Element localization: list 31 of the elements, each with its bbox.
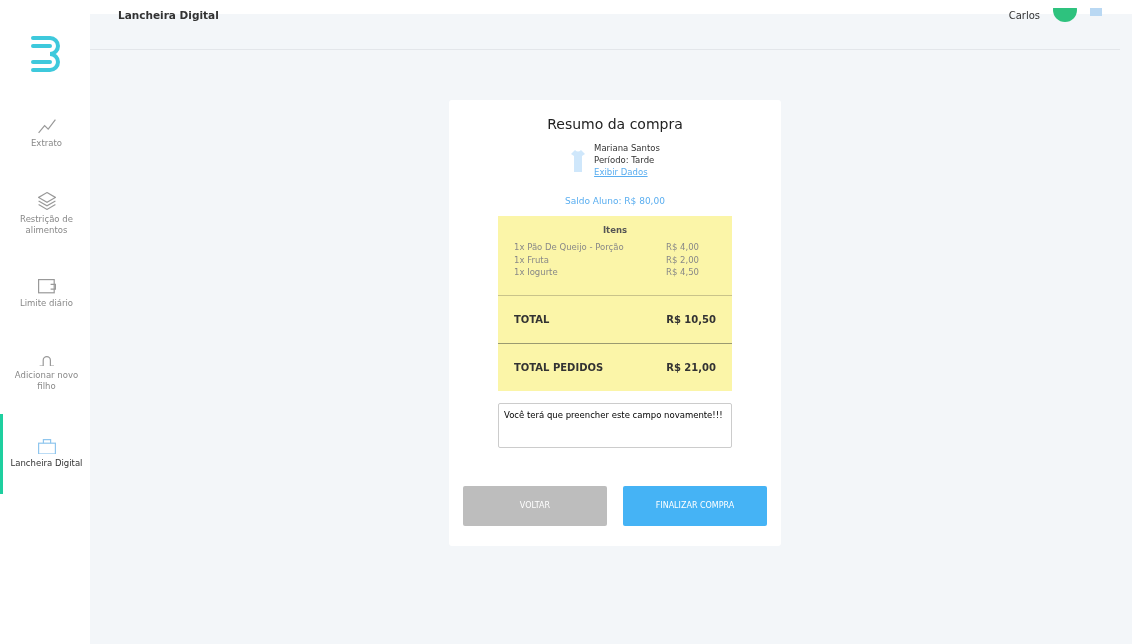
sidebar-item[interactable]: Restrição de alimentos: [0, 174, 90, 254]
notes-field[interactable]: Você terá que preencher este campo novamente!!!: [498, 403, 732, 449]
layers-icon: [37, 191, 56, 210]
item-price: R$ 4,50: [666, 266, 700, 280]
total-value: R$ 10,50: [666, 313, 716, 328]
chart-line-icon: [37, 119, 56, 134]
sidebar-item[interactable]: Adicionar novo filho: [0, 334, 90, 414]
finish-purchase-button[interactable]: FINALIZAR COMPRA: [623, 486, 767, 527]
item-name: 1x Fruta: [514, 253, 550, 267]
student-name: Mariana Santos: [594, 143, 660, 155]
sidebar-item[interactable]: Limite diário: [0, 254, 90, 334]
logo-icon: [30, 34, 60, 74]
item-price: R$ 4,00: [666, 240, 700, 254]
summary-title: Resumo da compra: [547, 115, 683, 134]
shirt-icon: [570, 148, 587, 173]
student-period: Período: Tarde: [594, 154, 656, 167]
avatar-icon[interactable]: [1052, 8, 1078, 24]
student-balance: Saldo Aluno: R$ 80,00: [565, 194, 665, 208]
item-name: 1x Iogurte: [514, 266, 559, 280]
item-name: 1x Pão De Queijo - Porção: [514, 240, 625, 254]
wallet-icon: [37, 279, 56, 294]
item-price: R$ 2,00: [666, 253, 700, 267]
page-title: Lancheira Digital: [118, 8, 219, 23]
view-data-link[interactable]: Exibir Dados: [594, 166, 660, 179]
user-name: Carlos: [1008, 9, 1040, 23]
items-heading: Itens: [601, 224, 629, 237]
lunchbox-icon: [37, 438, 56, 455]
sidebar-item[interactable]: Extrato: [0, 94, 90, 174]
total-value: R$ 21,00: [666, 361, 716, 376]
total-label: TOTAL: [514, 313, 550, 328]
total-label: TOTAL PEDIDOS: [514, 361, 604, 376]
